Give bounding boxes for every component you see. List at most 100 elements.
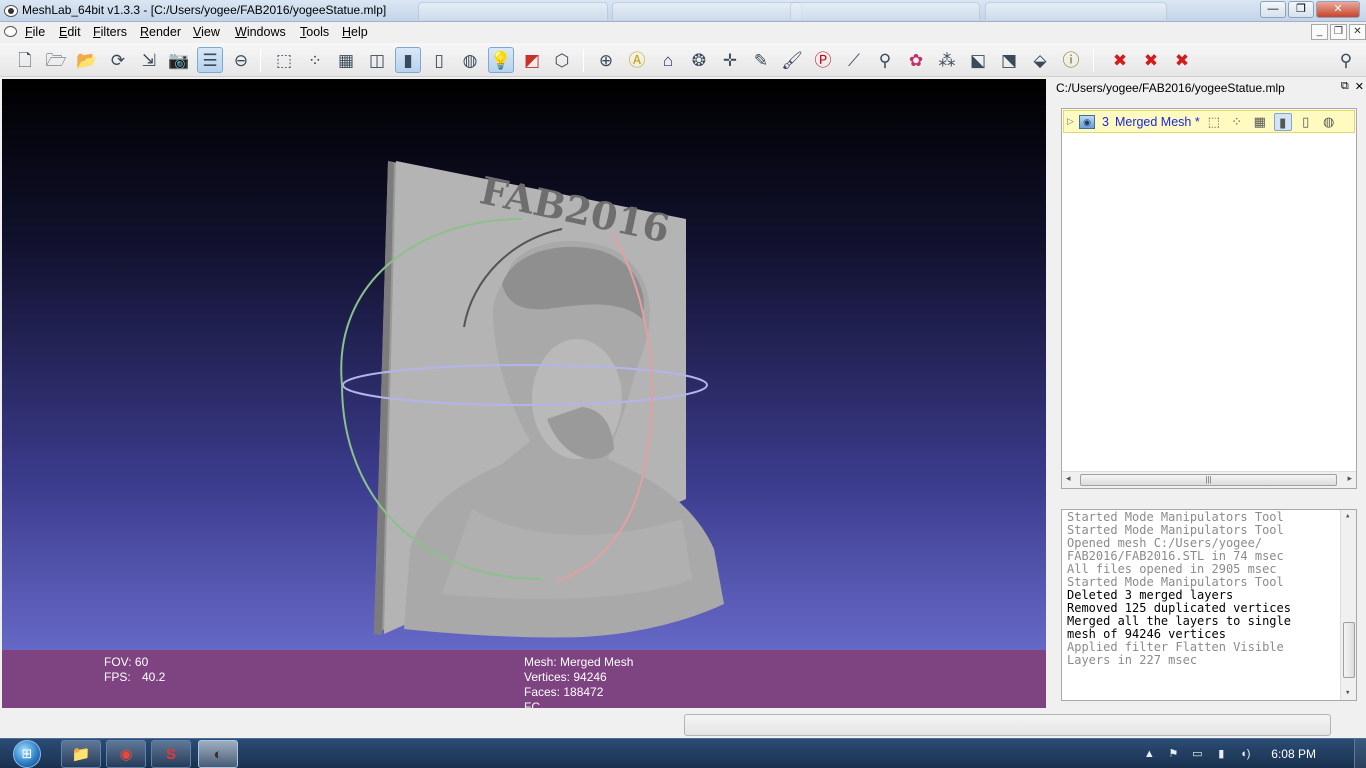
delete-vertices-icon[interactable]: ✖ [1169,47,1195,73]
axes-icon[interactable]: ✛ [717,47,743,73]
windows-orb-icon: ⊞ [13,740,41,768]
select-vertices-icon[interactable]: ⬔ [996,47,1022,73]
bounding-box-icon[interactable]: ⬚ [271,47,297,73]
selection-icon[interactable]: ⬡ [549,47,575,73]
delete-selected-icon[interactable]: ✖ [1107,47,1133,73]
light-icon[interactable]: 💡 [488,47,514,73]
mdi-minimize-button[interactable]: _ [1311,24,1328,40]
menu-render[interactable]: Render [140,25,181,39]
log-line: Layers in 227 msec [1067,653,1198,667]
layer-visibility-icon[interactable]: ◉ [1079,114,1095,129]
title-bar: MeshLab_64bit v1.3.3 - [C:/Users/yogee/F… [0,0,1366,22]
horizontal-scroll-thumb[interactable]: ||| [1080,474,1337,486]
fc-readout: FC [524,700,540,708]
reference-icon[interactable]: ⁂ [934,47,960,73]
show-desktop-button[interactable] [1354,739,1366,768]
paint-icon[interactable]: ✿ [903,47,929,73]
pick-points-icon[interactable]: Ⓟ [810,47,836,73]
network-signal-icon[interactable]: ▮ [1213,746,1229,762]
layer-horizontal-scrollbar[interactable]: ◂ ||| ▸ [1062,471,1356,488]
manipulators-icon[interactable]: ⊕ [593,47,619,73]
toolbar-separator [260,48,261,72]
meshlab-taskbar-button[interactable]: ◐ [198,740,238,768]
log-scroll-thumb[interactable] [1343,622,1355,678]
menu-view[interactable]: View [193,25,220,39]
mdi-close-button[interactable]: ✕ [1349,24,1366,40]
flat-icon[interactable]: ▯ [426,47,452,73]
close-button[interactable]: ✕ [1316,1,1360,18]
layer-wire-icon[interactable]: ▦ [1251,113,1269,131]
align-icon[interactable]: ⚲ [872,47,898,73]
smooth-icon[interactable]: ◍ [457,47,483,73]
menu-windows[interactable]: Windows [235,25,286,39]
layer-list[interactable]: ▷ ◉ 3 Merged Mesh * ⬚ ⁘ ▦ ▮ ▯ ◍ ◂ ||| ▸ [1061,108,1357,489]
device-icon[interactable]: ▭ [1189,746,1205,762]
import-mesh-icon[interactable]: 📂 [74,47,100,73]
georeference-icon[interactable]: ⌂ [655,47,681,73]
layers-icon[interactable]: ☰ [197,47,223,73]
select-faces-icon[interactable]: ⬕ [965,47,991,73]
open-project-icon[interactable]: 🗁 [43,47,69,73]
delete-faces-icon[interactable]: ✖ [1138,47,1164,73]
measure-icon[interactable]: ⟋ [841,47,867,73]
window-title: MeshLab_64bit v1.3.3 - [C:/Users/yogee/F… [22,3,387,17]
tray-expand-icon[interactable]: ▲ [1141,746,1157,762]
action-center-icon[interactable]: ⚑ [1165,746,1181,762]
new-project-icon[interactable]: 🗋 [12,47,38,73]
toolbar-separator [583,48,584,72]
dock-close-button[interactable]: ✕ [1355,80,1364,93]
explorer-taskbar-button[interactable]: 📁 [61,740,101,768]
chrome-taskbar-button[interactable]: ◉ [106,740,146,768]
maximize-button[interactable]: ❐ [1288,1,1314,18]
expand-arrow-icon[interactable]: ▷ [1067,116,1077,127]
viewport-info-bar: FOV: 60 FPS: 40.2 Mesh: Merged Mesh Vert… [2,650,1046,708]
layer-flatlines-icon[interactable]: ▮ [1273,112,1292,131]
layer-name[interactable]: Merged Mesh * [1115,115,1200,129]
layer-flat-icon[interactable]: ▯ [1297,113,1315,131]
annotation-icon[interactable]: Ⓐ [624,47,650,73]
flat-lines-icon[interactable]: ▮ [395,47,421,73]
brush-icon[interactable]: 🖌 [779,47,805,73]
plugins-icon[interactable]: ⊖ [228,47,254,73]
layer-points-icon[interactable]: ⁘ [1228,113,1246,131]
volume-icon[interactable]: ◖) [1237,746,1253,762]
layer-smooth-icon[interactable]: ◍ [1320,113,1338,131]
wireframe-icon[interactable]: ▦ [333,47,359,73]
system-tray: ▲ ⚑ ▭ ▮ ◖) 6:08 PM [1141,739,1316,768]
layer-row[interactable]: ▷ ◉ 3 Merged Mesh * ⬚ ⁘ ▦ ▮ ▯ ◍ [1063,110,1355,133]
fov-readout: FOV: 60 [104,655,149,669]
menu-help[interactable]: Help [342,25,368,39]
log-vertical-scrollbar[interactable]: ▴ ▾ [1340,510,1356,700]
menu-file[interactable]: File [25,25,45,39]
export-mesh-icon[interactable]: ⇲ [136,47,162,73]
select-connected-icon[interactable]: ⬙ [1027,47,1053,73]
texture-icon[interactable]: ❂ [686,47,712,73]
menu-filters[interactable]: Filters [93,25,127,39]
minimize-button[interactable]: — [1260,1,1286,18]
points-icon[interactable]: ⁘ [302,47,328,73]
layer-bbox-icon[interactable]: ⬚ [1205,113,1223,131]
solidworks-taskbar-button[interactable]: S [151,740,191,768]
scroll-right-icon[interactable]: ▸ [1347,473,1352,484]
project-path-title: C:/Users/yogee/FAB2016/yogeeStatue.mlp [1056,81,1285,95]
dock-float-button[interactable]: ⧉ [1341,80,1349,93]
mdi-restore-button[interactable]: ❐ [1330,24,1347,40]
log-window[interactable]: Started Mode Manipulators Tool Started Mo… [1061,509,1357,701]
reload-icon[interactable]: ⟳ [105,47,131,73]
vertex-paint-icon[interactable]: ✎ [748,47,774,73]
menu-edit[interactable]: Edit [59,25,81,39]
meshlab-app-icon [4,5,18,17]
snapshot-icon[interactable]: 📷 [166,47,192,73]
taskbar-clock[interactable]: 6:08 PM [1271,747,1316,761]
hidden-lines-icon[interactable]: ◫ [364,47,390,73]
scroll-left-icon[interactable]: ◂ [1066,473,1071,484]
explorer-icon: 📁 [71,746,91,763]
menu-tools[interactable]: Tools [300,25,329,39]
3d-viewport[interactable]: FAB2016 [2,79,1046,650]
search-icon[interactable]: ⚲ [1333,47,1359,73]
info-icon[interactable]: ⓘ [1058,47,1084,73]
log-scroll-down-icon[interactable]: ▾ [1345,687,1350,700]
log-scroll-up-icon[interactable]: ▴ [1345,510,1350,523]
backface-icon[interactable]: ◩ [519,47,545,73]
start-button[interactable]: ⊞ [6,739,48,768]
